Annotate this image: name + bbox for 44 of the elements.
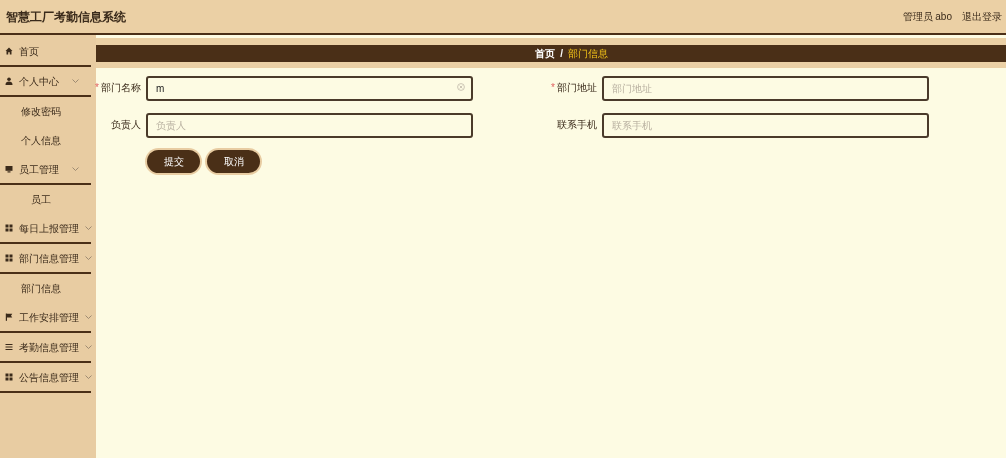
- field-label: 负责人: [111, 118, 141, 132]
- user-name: 管理员 abo: [902, 10, 952, 24]
- breadcrumb-separator: /: [560, 47, 563, 61]
- sidebar-menu-item[interactable]: 员工管理: [0, 155, 91, 185]
- sidebar-menu-item[interactable]: 公告信息管理: [0, 363, 91, 393]
- grid-icon: [5, 254, 13, 262]
- input-field[interactable]: m: [146, 76, 473, 101]
- breadcrumb-link[interactable]: 首页: [535, 46, 556, 61]
- user-icon: [5, 77, 13, 85]
- sidebar-menu-item[interactable]: 首页: [0, 37, 91, 67]
- clear-icon[interactable]: [457, 83, 465, 91]
- field-label: * 部门地址: [551, 81, 597, 95]
- chevron-icon: [72, 167, 79, 171]
- chevron-icon: [85, 315, 92, 319]
- input-field[interactable]: 部门地址: [602, 76, 929, 101]
- chevron-icon: [72, 79, 79, 83]
- sidebar-subitem[interactable]: 部门信息: [21, 281, 61, 296]
- sidebar-subitem[interactable]: 修改密码: [21, 104, 61, 119]
- home-icon: [5, 47, 13, 55]
- input-field[interactable]: 负责人: [146, 113, 473, 138]
- input-field[interactable]: 联系手机: [602, 113, 929, 138]
- chevron-icon: [85, 256, 92, 260]
- sidebar-menu-item[interactable]: 考勤信息管理: [0, 333, 91, 363]
- list-icon: [5, 343, 13, 351]
- sidebar-menu-item[interactable]: 每日上报管理: [0, 214, 91, 244]
- chevron-icon: [85, 226, 92, 230]
- form-button[interactable]: 提交: [147, 150, 200, 173]
- app-title: 智慧工厂考勤信息系统: [6, 8, 126, 26]
- sidebar-menu-item[interactable]: 工作安排管理: [0, 303, 91, 333]
- monitor-icon: [5, 165, 13, 173]
- form-button[interactable]: 取消: [207, 150, 260, 173]
- sidebar-subitem[interactable]: 员工: [31, 192, 51, 207]
- field-label: * 部门名称: [95, 81, 141, 95]
- sidebar-menu-item[interactable]: 个人中心: [0, 67, 91, 97]
- field-label: 联系手机: [557, 118, 597, 132]
- sidebar-subitem[interactable]: 个人信息: [21, 133, 61, 148]
- chevron-icon: [85, 345, 92, 349]
- grid-icon: [5, 224, 13, 232]
- flag-icon: [5, 313, 13, 321]
- breadcrumb-link[interactable]: 部门信息: [568, 46, 608, 61]
- logout-link[interactable]: 退出登录: [962, 9, 1002, 24]
- chevron-icon: [85, 375, 92, 379]
- grid-icon: [5, 373, 13, 381]
- sidebar-menu-item[interactable]: 部门信息管理: [0, 244, 91, 274]
